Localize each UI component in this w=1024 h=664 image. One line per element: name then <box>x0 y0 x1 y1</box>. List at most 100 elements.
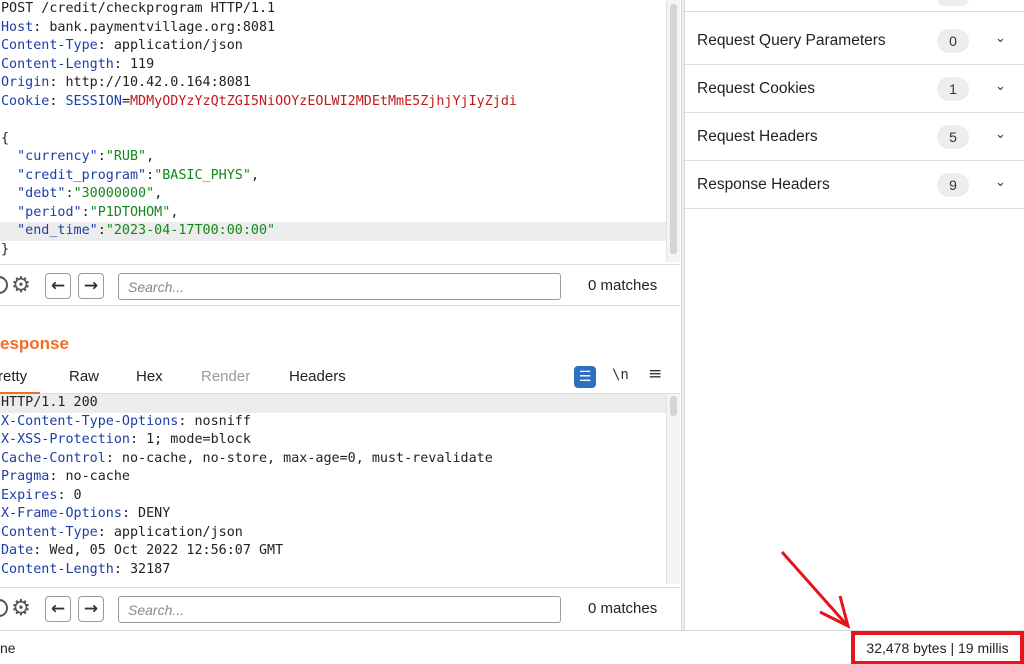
count-badge: 1 <box>937 77 969 101</box>
request-token: = <box>121 93 130 109</box>
request-line <box>0 111 666 130</box>
response-token: : no-cache, no-store, max-age=0, must-re… <box>105 450 493 466</box>
inspector-section-request-cookies[interactable]: Request Cookies 1 ⌄ <box>685 65 1024 113</box>
request-token: , <box>250 167 259 183</box>
response-editor[interactable]: HTTP/1.1 200 X-Content-Type-Options: nosn… <box>0 394 666 584</box>
tab-retty[interactable]: retty <box>0 368 27 385</box>
response-token: Date <box>1 543 34 558</box>
tab-raw[interactable]: Raw <box>69 368 99 385</box>
request-line: "end_time":"2023-04-17T00:00:00" <box>0 222 666 241</box>
help-icon[interactable] <box>0 276 8 294</box>
inspector-section-response-headers[interactable]: Response Headers 9 ⌄ <box>685 161 1024 209</box>
response-scrollbar[interactable] <box>666 394 680 584</box>
inspector-panel: Request Query Parameters 0 ⌄ Request Cookie… <box>685 0 1024 630</box>
count-badge: 5 <box>937 125 969 149</box>
menu-icon[interactable]: ≡ <box>648 364 662 384</box>
response-token: Cache-Control <box>1 450 106 466</box>
request-token: Host <box>1 19 34 35</box>
request-token: : <box>97 223 106 238</box>
gear-icon[interactable]: ⚙ <box>9 596 33 621</box>
response-token: : nosniff <box>178 413 251 429</box>
request-token: } <box>1 241 10 257</box>
previous-match-button[interactable]: ← <box>45 596 71 622</box>
request-token: Origin <box>1 75 50 90</box>
next-match-button[interactable]: → <box>78 596 104 622</box>
tab-headers[interactable]: Headers <box>289 368 346 385</box>
response-view-tabs: retty Raw Hex Render Headers ☰ \n ≡ <box>0 362 680 394</box>
next-match-button[interactable]: → <box>78 273 104 299</box>
request-line: { <box>0 130 666 149</box>
inspector-section-label: Request Query Parameters <box>697 32 886 49</box>
chevron-down-icon[interactable]: ⌄ <box>995 31 1006 46</box>
help-icon[interactable] <box>0 599 8 617</box>
inspector-section-request-headers[interactable]: Request Headers 5 ⌄ <box>685 113 1024 161</box>
chevron-down-icon[interactable]: ⌄ <box>995 127 1006 142</box>
request-token <box>1 205 17 220</box>
response-line: X-XSS-Protection: 1; mode=block <box>0 431 666 450</box>
status-text: ne <box>0 640 16 656</box>
request-editor[interactable]: POST /credit/checkprogram HTTP/1.1 Host : … <box>0 0 666 262</box>
response-line: X-Content-Type-Options: nosniff <box>0 413 666 432</box>
request-scrollbar[interactable] <box>666 0 680 262</box>
response-search-bar: ⚙ ← → 0 matches <box>0 587 680 629</box>
request-line: Cookie: SESSION=MDMyODYzYzQtZGI5NiOOYzEO… <box>0 93 666 112</box>
request-token: "BASIC_PHYS" <box>154 167 251 183</box>
request-token: : <box>81 204 90 220</box>
response-line: Cache-Control: no-cache, no-store, max-a… <box>0 450 666 469</box>
request-token <box>1 149 17 164</box>
request-token: "30000000" <box>73 186 155 201</box>
request-search-bar: ⚙ ← → 0 matches <box>0 264 680 306</box>
response-line: Content-Length: 32187 <box>0 561 666 580</box>
show-newlines-icon[interactable]: \n <box>612 367 629 383</box>
request-token: POST /credit/checkprogram HTTP/1.1 <box>1 1 276 16</box>
request-search-input[interactable] <box>118 273 561 300</box>
inspector-section-request-query-parameters[interactable]: Request Query Parameters 0 ⌄ <box>685 17 1024 65</box>
request-token: "debt" <box>17 186 66 201</box>
request-token: "end_time" <box>17 223 98 238</box>
response-panel-title: esponse <box>0 334 69 353</box>
chevron-down-icon[interactable]: ⌄ <box>995 175 1006 190</box>
request-token: { <box>1 130 10 146</box>
response-scrollbar-thumb[interactable] <box>670 396 677 416</box>
request-scrollbar-thumb[interactable] <box>670 4 677 254</box>
tab-render[interactable]: Render <box>201 368 250 385</box>
response-token: Content-Length <box>1 561 114 577</box>
inspector-section-label: Request Cookies <box>697 80 816 97</box>
request-token: Content-Type <box>1 38 98 53</box>
request-token: , <box>146 149 155 164</box>
response-token: Expires <box>1 487 58 503</box>
request-token: : http://10.42.0.164:8081 <box>49 75 251 90</box>
response-token: X-Content-Type-Options <box>1 413 179 429</box>
response-token: HTTP/1.1 200 <box>1 395 98 410</box>
inspector-section-label: Request Headers <box>697 128 818 145</box>
request-token <box>1 168 17 183</box>
request-token: SESSION <box>65 93 122 109</box>
annotation-arrow-shaft <box>780 551 848 625</box>
request-line: Content-Length: 119 <box>0 56 666 75</box>
previous-match-button[interactable]: ← <box>45 273 71 299</box>
response-match-count: 0 matches <box>588 600 658 617</box>
request-token: "2023-04-17T00:00:00" <box>105 223 276 238</box>
request-token: , <box>170 204 179 220</box>
message-editor-pane: POST /credit/checkprogram HTTP/1.1 Host : … <box>0 0 680 630</box>
request-token: : application/json <box>97 38 243 53</box>
inspector-section-label: Response Headers <box>697 176 830 193</box>
pretty-print-toggle-icon[interactable]: ☰ <box>574 366 596 388</box>
annotation-arrow <box>780 551 851 629</box>
request-token: "period" <box>17 204 82 220</box>
response-line: Expires: 0 <box>0 487 666 506</box>
request-line: } <box>0 241 666 260</box>
request-token: Content-Length <box>1 56 114 72</box>
response-line: Pragma: no-cache <box>0 468 666 487</box>
request-token: MDMyODYzYzQtZGI5NiOOYzEOLWI2MDEtMmE5Zjhj… <box>130 93 517 109</box>
response-search-input[interactable] <box>118 596 561 623</box>
request-line: "currency":"RUB", <box>0 148 666 167</box>
request-line: "debt":"30000000", <box>0 185 666 204</box>
gear-icon[interactable]: ⚙ <box>9 273 33 298</box>
request-token: : <box>49 93 66 109</box>
response-line: X-Frame-Options: DENY <box>0 505 666 524</box>
request-token: : 119 <box>113 56 155 72</box>
request-token: "P1DTOHOM" <box>89 204 171 220</box>
tab-hex[interactable]: Hex <box>136 368 163 385</box>
chevron-down-icon[interactable]: ⌄ <box>995 79 1006 94</box>
